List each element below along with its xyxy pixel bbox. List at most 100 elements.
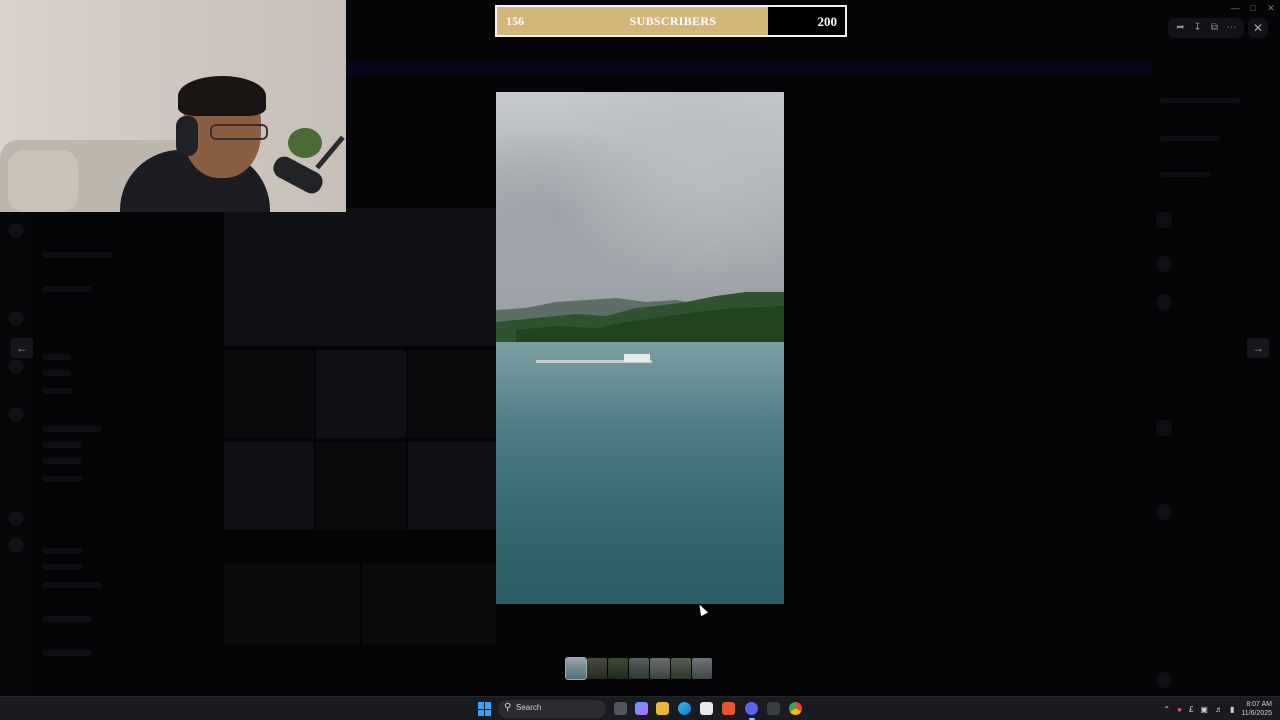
server-icon	[9, 224, 23, 238]
windows-start-icon[interactable]	[478, 702, 492, 716]
terminal-icon[interactable]	[767, 702, 780, 715]
media-tile	[316, 350, 406, 438]
microphone-tray-icon[interactable]: ●	[1177, 705, 1182, 714]
thumbnail[interactable]	[587, 658, 607, 679]
edge-icon[interactable]	[678, 702, 691, 715]
channel-item	[42, 548, 82, 554]
clock-date: 11/6/2025	[1241, 710, 1272, 717]
channel-item	[42, 458, 82, 464]
server-icon	[9, 360, 23, 374]
thumbnail[interactable]	[608, 658, 628, 679]
channel-item	[42, 252, 112, 258]
search-icon: ⚲	[504, 702, 512, 713]
file-explorer-icon[interactable]	[656, 702, 669, 715]
media-tile	[408, 350, 496, 438]
window-close-icon[interactable]: ✕	[1262, 0, 1280, 16]
media-preview-image[interactable]	[496, 92, 784, 604]
system-tray: ⌃ ● £ ▣ ♬ ▮ 8:07 AM 11/6/2025	[1163, 699, 1272, 719]
member-list	[1148, 80, 1280, 688]
server-rail	[0, 212, 30, 696]
channel-item	[42, 442, 82, 448]
member-avatar	[1156, 256, 1172, 272]
plant	[288, 128, 322, 158]
member-item	[1160, 136, 1220, 141]
language-icon[interactable]: £	[1189, 705, 1193, 714]
search-placeholder: Search	[516, 703, 542, 712]
maximize-icon[interactable]: □	[1244, 0, 1262, 16]
channel-item	[42, 286, 92, 292]
channel-item	[42, 370, 72, 376]
channel-item	[42, 650, 92, 656]
media-tile	[316, 442, 406, 530]
headphones	[176, 116, 198, 156]
taskbar: ⚲ Search ⌃ ● £ ▣ ♬ ▮ 8:07 AM 11/6/2025	[0, 696, 1280, 720]
server-icon	[9, 512, 23, 526]
member-avatar	[1156, 212, 1172, 228]
forward-icon[interactable]: ➦	[1174, 21, 1188, 35]
taskbar-search[interactable]: ⚲ Search	[498, 700, 606, 718]
clock[interactable]: 8:07 AM 11/6/2025	[1241, 700, 1272, 718]
member-avatar	[1156, 294, 1172, 310]
window-controls: — □ ✕	[1226, 0, 1280, 16]
network-icon[interactable]: ▣	[1200, 705, 1208, 714]
media-tile	[408, 442, 496, 530]
media-tile	[224, 350, 314, 438]
subscriber-goal-bar: 156 SUBSCRIBERS 200	[495, 5, 847, 37]
channel-item	[42, 426, 102, 432]
member-avatar	[1156, 672, 1172, 688]
task-view-icon[interactable]	[614, 702, 627, 715]
brave-icon[interactable]	[722, 702, 735, 715]
media-viewer-toolbar: ➦ ↧ ⧉ ⋯	[1168, 18, 1244, 38]
chevron-up-icon[interactable]: ⌃	[1163, 705, 1170, 714]
channel-item	[42, 616, 92, 622]
member-item	[1160, 98, 1240, 103]
member-item	[1160, 172, 1210, 177]
subscriber-goal-count: 200	[817, 14, 838, 29]
more-icon[interactable]: ⋯	[1225, 21, 1239, 35]
thumbnail-strip	[565, 657, 712, 680]
forested-hills	[496, 292, 784, 342]
media-tile	[362, 564, 496, 644]
media-tile	[224, 208, 496, 346]
previous-media-button[interactable]: ←	[11, 338, 33, 358]
channel-item	[42, 564, 82, 570]
clock-time: 8:07 AM	[1246, 701, 1272, 708]
open-external-icon[interactable]: ⧉	[1208, 21, 1222, 35]
thumbnail[interactable]	[629, 658, 649, 679]
webcam-overlay	[0, 0, 346, 212]
discord-icon[interactable]	[745, 702, 758, 720]
thumbnail[interactable]	[565, 657, 587, 680]
arrow-left-icon: ←	[16, 341, 28, 355]
server-icon	[9, 538, 23, 552]
arrow-right-icon: →	[1252, 341, 1264, 355]
minimize-icon[interactable]: —	[1226, 0, 1244, 16]
volume-icon[interactable]: ♬	[1215, 705, 1223, 714]
channel-item	[42, 354, 72, 360]
microsoft-store-icon[interactable]	[700, 702, 713, 715]
thumbnail[interactable]	[650, 658, 670, 679]
media-tile	[224, 564, 360, 644]
server-icon	[9, 312, 23, 326]
cloudy-sky	[496, 92, 784, 317]
member-avatar	[1156, 504, 1172, 520]
thumbnail[interactable]	[671, 658, 691, 679]
download-icon[interactable]: ↧	[1191, 21, 1205, 35]
subscriber-label: SUBSCRIBERS	[629, 14, 717, 28]
copilot-icon[interactable]	[635, 702, 648, 715]
channel-item	[42, 582, 102, 588]
chrome-icon[interactable]	[789, 702, 802, 715]
thumbnail[interactable]	[692, 658, 712, 679]
battery-icon[interactable]: ▮	[1230, 705, 1234, 714]
member-avatar	[1156, 420, 1172, 436]
backdrop-banner	[346, 60, 1152, 76]
channel-item	[42, 388, 72, 394]
channel-list	[30, 212, 222, 672]
screen: 156 SUBSCRIBERS 200 — □ ✕ ➦ ↧ ⧉ ⋯ ✕ ← →	[0, 0, 1280, 720]
close-icon: ✕	[1252, 21, 1264, 35]
next-media-button[interactable]: →	[1247, 338, 1269, 358]
media-tile	[224, 442, 314, 530]
glasses	[210, 124, 268, 140]
channel-item	[42, 476, 82, 482]
server-icon	[9, 408, 23, 422]
close-viewer-button[interactable]: ✕	[1248, 18, 1268, 38]
